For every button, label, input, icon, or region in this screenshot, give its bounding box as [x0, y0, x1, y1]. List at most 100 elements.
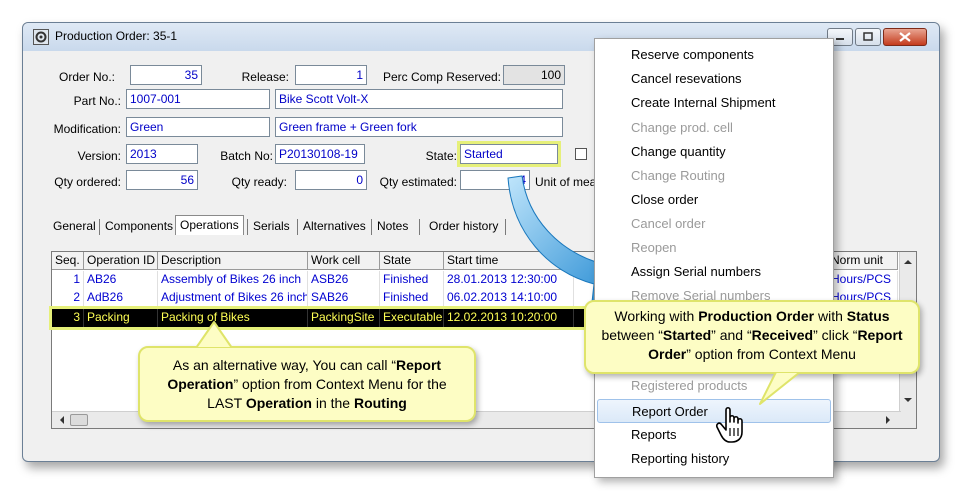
tab-divider — [297, 219, 298, 235]
callout-bold: Status — [846, 308, 890, 324]
version-label: Version: — [77, 149, 121, 163]
batch-no-field[interactable]: P20130108-19 — [275, 144, 365, 164]
menu-item-assign-serial-numbers[interactable]: Assign Serial numbers — [597, 260, 831, 284]
cell-description: Adjustment of Bikes 26 inch — [158, 289, 308, 307]
qty-ready-field[interactable]: 0 — [295, 170, 367, 190]
cell-operation-id: AdB26 — [84, 289, 158, 307]
menu-item-change-prod-cell: Change prod. cell — [631, 120, 733, 135]
callout-bold: Production Order — [698, 308, 815, 324]
order-no-label: Order No.: — [58, 70, 115, 84]
release-label: Release: — [241, 70, 289, 84]
callout-text: between “ — [601, 327, 663, 343]
maximize-button[interactable] — [855, 28, 881, 46]
tab-general[interactable]: General — [53, 219, 96, 233]
tab-alternatives[interactable]: Alternatives — [303, 219, 366, 233]
menu-item-reporting-history[interactable]: Reporting history — [597, 447, 831, 471]
callout-text: ” and “ — [711, 327, 752, 343]
menu-item-reopen: Reopen — [631, 240, 677, 255]
state-field: Started — [457, 141, 561, 167]
menu-item-cancel-reservations[interactable]: Cancel resevations — [597, 67, 831, 91]
callout-bold: Started — [662, 327, 712, 343]
callout-report-order: Working with Production Order with Statu… — [584, 300, 920, 374]
cell-seq: 2 — [52, 289, 84, 307]
qty-ready-label: Qty ready: — [231, 175, 287, 189]
part-no-field[interactable]: 1007-001 — [126, 89, 270, 109]
callout-bold: Operation — [245, 395, 312, 411]
order-no-field[interactable]: 35 — [130, 65, 202, 85]
qty-estimated-label: Qty estimated: — [379, 175, 457, 189]
part-description-field[interactable]: Bike Scott Volt-X — [275, 89, 563, 109]
modification-field[interactable]: Green — [126, 117, 270, 137]
callout-text: with — [814, 308, 847, 324]
tab-divider — [419, 219, 420, 235]
cell-start-time: 06.02.2013 14:10:00 — [444, 289, 574, 307]
column-header-work-cell[interactable]: Work cell — [308, 252, 380, 270]
callout-text: Working with — [614, 308, 699, 324]
cell-work-cell: SAB26 — [308, 289, 380, 307]
modification-description-field[interactable]: Green frame + Green fork — [275, 117, 563, 137]
column-header-norm-unit[interactable]: Norm unit — [828, 252, 898, 270]
callout-report-operation: As an alternative way, You can call “Rep… — [138, 346, 476, 422]
version-field[interactable]: 2013 — [126, 144, 198, 164]
scroll-down-icon[interactable] — [900, 392, 916, 408]
column-header-start-time[interactable]: Start time — [444, 252, 574, 270]
window-title: Production Order: 35-1 — [55, 29, 178, 43]
checkbox[interactable] — [575, 148, 587, 160]
qty-ordered-label: Qty ordered: — [54, 175, 121, 189]
qty-ordered-field[interactable]: 56 — [126, 170, 198, 190]
gear-app-icon — [33, 29, 49, 45]
column-header-seq[interactable]: Seq. — [52, 252, 84, 270]
column-header-operation-id[interactable]: Operation ID — [84, 252, 158, 270]
cell-description: Packing of Bikes — [158, 309, 308, 327]
scroll-left-icon[interactable] — [54, 412, 70, 428]
cell-work-cell: ASB26 — [308, 271, 380, 289]
tab-components[interactable]: Components — [105, 219, 173, 233]
cell-state: Executable — [380, 309, 444, 327]
unit-of-measure-label: Unit of mea — [535, 175, 595, 189]
state-label: State: — [425, 149, 457, 163]
callout-bold: Routing — [353, 395, 407, 411]
tab-notes[interactable]: Notes — [377, 219, 408, 233]
cell-start-time: 28.01.2013 12:30:00 — [444, 271, 574, 289]
release-field[interactable]: 1 — [295, 65, 367, 85]
cell-norm-unit: Hours/PCS — [828, 271, 898, 289]
tab-operations[interactable]: Operations — [175, 215, 244, 235]
cell-work-cell: PackingSite — [308, 309, 380, 327]
scroll-right-icon[interactable] — [880, 412, 896, 428]
tab-divider — [505, 219, 506, 235]
menu-item-create-internal-shipment[interactable]: Create Internal Shipment — [597, 91, 831, 115]
maximize-icon — [863, 32, 873, 41]
qty-estimated-field[interactable]: 4 — [460, 170, 530, 190]
perc-comp-field: 100 — [503, 65, 565, 85]
tab-divider — [371, 219, 372, 235]
menu-item-registered-products: Registered products — [631, 378, 748, 393]
cell-seq: 3 — [52, 309, 84, 327]
cell-operation-id: Packing — [84, 309, 158, 327]
close-button[interactable] — [883, 28, 927, 46]
scroll-thumb[interactable] — [70, 414, 88, 426]
menu-item-cancel-order: Cancel order — [631, 216, 706, 231]
callout-text: As an alternative way, You can call “ — [172, 357, 396, 373]
menu-item-change-quantity[interactable]: Change quantity — [597, 140, 831, 164]
menu-item-close-order[interactable]: Close order — [597, 188, 831, 212]
batch-no-label: Batch No: — [220, 149, 273, 163]
tab-serials[interactable]: Serials — [253, 219, 290, 233]
menu-item-reserve-components[interactable]: Reserve components — [597, 43, 831, 67]
column-header-state[interactable]: State — [380, 252, 444, 270]
callout-text: ” option from Context Menu — [686, 346, 856, 362]
callout-bold: Received — [751, 327, 814, 343]
callout-text: in the — [311, 395, 354, 411]
close-icon — [899, 32, 911, 42]
column-header-description[interactable]: Description — [158, 252, 308, 270]
tab-order-history[interactable]: Order history — [429, 219, 498, 233]
modification-label: Modification: — [53, 122, 121, 136]
part-no-label: Part No.: — [73, 94, 121, 108]
tab-divider — [99, 219, 100, 235]
cell-state: Finished — [380, 271, 444, 289]
perc-comp-label: Perc Comp Reserved: — [382, 70, 501, 84]
cell-state: Finished — [380, 289, 444, 307]
cell-seq: 1 — [52, 271, 84, 289]
menu-item-change-routing: Change Routing — [631, 168, 725, 183]
callout-text: ” click “ — [813, 327, 858, 343]
scroll-up-icon[interactable] — [900, 254, 916, 270]
